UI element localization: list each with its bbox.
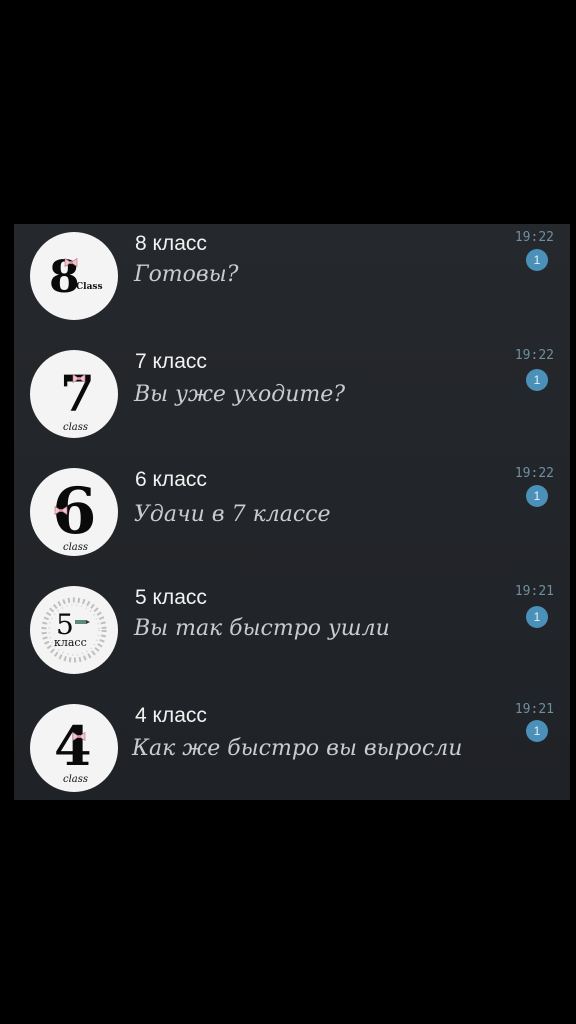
- bow-icon: [72, 732, 86, 741]
- chat-item-8-class[interactable]: 8 Class 8 класс Готовы? 19:22 1: [14, 224, 570, 342]
- chat-item-5-class[interactable]: 5 класс 5 класс Вы так быстро ушли 19:21…: [14, 578, 570, 696]
- bow-icon: [72, 374, 86, 383]
- avatar-sub-label: class: [63, 422, 89, 433]
- avatar-digit: 7: [60, 364, 95, 423]
- avatar-sub-label: class: [63, 542, 89, 553]
- avatar: 8 Class: [30, 232, 118, 320]
- chat-title: 4 класс: [135, 704, 207, 727]
- unread-badge: 1: [526, 485, 548, 507]
- chat-message: Вы уже уходите?: [134, 382, 346, 407]
- avatar-digit: 4: [54, 714, 92, 778]
- chat-time: 19:21: [514, 702, 554, 717]
- pencil-icon: [75, 620, 90, 624]
- avatar-sub-label: class: [63, 774, 89, 785]
- avatar: 5 класс: [30, 586, 118, 674]
- unread-badge: 1: [526, 606, 548, 628]
- unread-badge: 1: [526, 720, 548, 742]
- chat-list: 8 Class 8 класс Готовы? 19:22 1 7 class …: [14, 224, 570, 800]
- chat-message: Готовы?: [134, 262, 239, 287]
- chat-item-7-class[interactable]: 7 class 7 класс Вы уже уходите? 19:22 1: [14, 342, 570, 460]
- chat-time: 19:22: [514, 230, 554, 245]
- unread-badge: 1: [526, 369, 548, 391]
- chat-title: 7 класс: [135, 350, 207, 373]
- chat-message: Удачи в 7 классе: [134, 502, 331, 527]
- chat-message: Как же быстро вы выросли: [132, 736, 463, 761]
- chat-title: 5 класс: [135, 586, 207, 609]
- bow-icon: [54, 506, 68, 515]
- chat-time: 19:22: [514, 466, 554, 481]
- chat-message: Вы так быстро ушли: [134, 616, 390, 641]
- avatar: 4 class: [30, 704, 118, 792]
- avatar: 6 class: [30, 468, 118, 556]
- chat-item-6-class[interactable]: 6 class 6 класс Удачи в 7 классе 19:22 1: [14, 460, 570, 578]
- chat-time: 19:22: [514, 348, 554, 363]
- unread-badge: 1: [526, 249, 548, 271]
- avatar-sub-label: Class: [76, 282, 103, 292]
- chat-title: 6 класс: [135, 468, 207, 491]
- avatar: 7 class: [30, 350, 118, 438]
- floral-wreath-icon: [41, 597, 107, 663]
- chat-item-4-class[interactable]: 4 class 4 класс Как же быстро вы выросли…: [14, 696, 570, 814]
- bow-icon: [64, 258, 78, 267]
- avatar-sub-label: класс: [54, 636, 87, 649]
- chat-time: 19:21: [514, 584, 554, 599]
- chat-title: 8 класс: [135, 232, 207, 255]
